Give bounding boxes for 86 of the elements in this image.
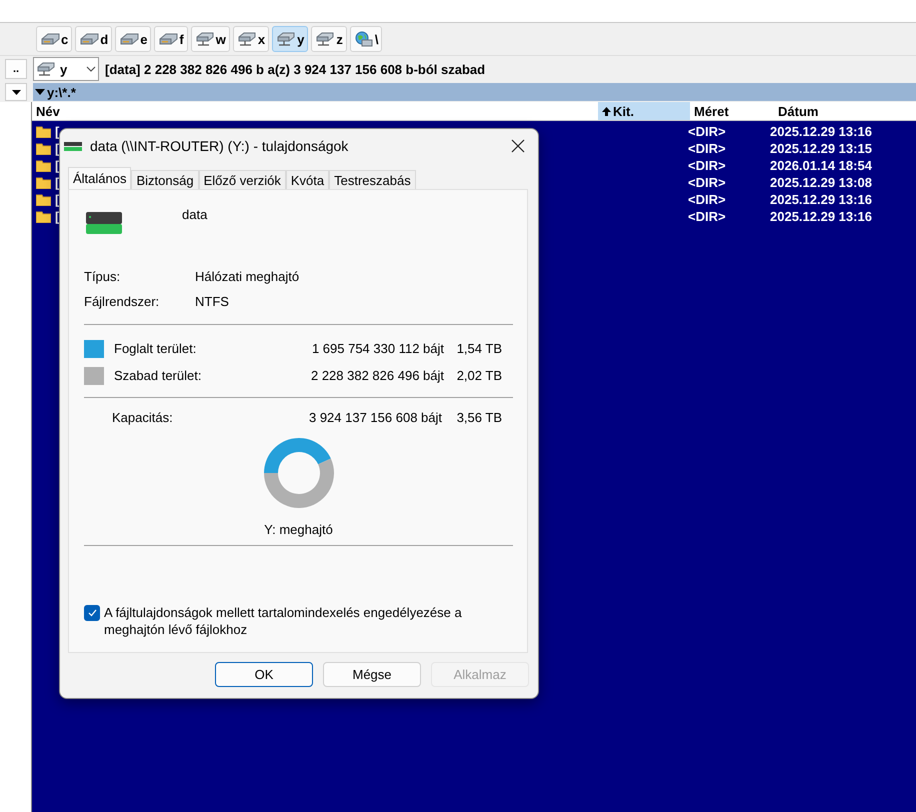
dropdown-button[interactable] (5, 83, 27, 101)
space-label: Foglalt terület: (114, 341, 198, 356)
property-label: Típus: (84, 269, 122, 284)
caret-icon (12, 90, 20, 94)
capacity-size: 3,56 TB (456, 410, 503, 424)
folder-icon (36, 176, 51, 189)
file-size: <DIR> (687, 158, 727, 173)
drive-name: data (182, 206, 208, 222)
file-size: <DIR> (687, 175, 727, 190)
checkbox-label: A fájltulajdonságok mellett tartalomindexelés engedélyezése a meghajtón lévő fájlokhoz (104, 604, 463, 638)
file-size: <DIR> (687, 124, 727, 139)
drive-button[interactable]: z (311, 26, 347, 52)
drive-dropdown[interactable]: y (33, 57, 99, 81)
dialog-button[interactable]: OK (215, 662, 313, 687)
free-space-text: [data] 2 228 382 826 496 b a(z) 3 924 137 156 608 b-ból szabad (105, 62, 486, 76)
hard-drive-icon (79, 31, 100, 47)
chart-slice (264, 458, 334, 508)
capacity-label: Kapacitás: (111, 410, 174, 424)
network-drive-icon (315, 31, 336, 47)
sort-arrow-icon (602, 106, 611, 116)
file-date: 2025.12.29 13:16 (770, 209, 872, 224)
file-date: 2025.12.29 13:15 (770, 141, 872, 156)
network-drive-icon (276, 31, 296, 47)
network-drive-icon (236, 31, 257, 47)
up-button[interactable]: .. (5, 59, 27, 79)
file-name[interactable]: [ (55, 124, 60, 139)
file-date: 2026.01.14 18:54 (770, 158, 872, 173)
globe-drive-icon (354, 31, 374, 47)
dialog-title: data (\\INT-ROUTER) (Y:) - tulajdonságok (90, 138, 350, 154)
drive-button[interactable]: d (75, 26, 112, 52)
file-date: 2025.12.29 13:16 (770, 124, 872, 139)
file-name[interactable]: [ (55, 141, 60, 156)
hard-drive-icon (40, 31, 60, 47)
column-header[interactable]: Kit. (598, 102, 690, 120)
drive-button[interactable]: e (115, 26, 152, 52)
folder-icon (36, 142, 51, 155)
file-name[interactable]: [ (55, 158, 60, 173)
folder-icon (36, 193, 51, 206)
caret-icon (35, 89, 45, 95)
file-name[interactable]: [ (55, 175, 60, 190)
file-size: <DIR> (687, 192, 727, 207)
file-name[interactable]: [ (55, 209, 60, 224)
tab[interactable]: Általános (68, 167, 132, 189)
chart-slice (264, 438, 330, 473)
space-label: Szabad terület: (114, 368, 202, 383)
file-size: <DIR> (687, 209, 727, 224)
folder-icon (36, 159, 51, 172)
hard-drive-icon (119, 31, 140, 47)
hard-drive-icon (158, 31, 178, 47)
drive-button[interactable]: \ (350, 26, 382, 52)
space-size: 2,02 TB (456, 368, 503, 383)
column-header[interactable]: Méret (690, 102, 774, 120)
tab[interactable]: Előző verziók (198, 170, 286, 189)
space-bytes: 1 695 754 330 112 bájt (310, 341, 444, 356)
file-date: 2025.12.29 13:08 (770, 175, 872, 190)
close-icon (511, 139, 525, 153)
space-bytes: 2 228 382 826 496 bájt (310, 368, 444, 383)
network-drive-icon (36, 61, 56, 77)
tab[interactable]: Testreszabás (329, 170, 416, 189)
network-drive-icon (194, 31, 215, 47)
dialog-button[interactable]: Mégse (323, 662, 421, 687)
space-size: 1,54 TB (456, 341, 503, 356)
column-header[interactable]: Dátum (774, 102, 916, 120)
property-label: Fájlrendszer: (84, 294, 160, 309)
drive-button[interactable]: w (190, 26, 230, 52)
folder-icon (36, 125, 51, 138)
folder-icon (36, 210, 51, 223)
property-value: Hálózati meghajtó (195, 269, 300, 284)
file-size: <DIR> (687, 141, 727, 156)
check-icon (88, 609, 96, 617)
caret-icon (86, 66, 96, 72)
drive-button[interactable]: y (272, 26, 308, 52)
capacity-bytes: 3 924 137 156 608 bájt (308, 410, 442, 424)
tab[interactable]: Kvóta (286, 170, 330, 189)
file-name[interactable]: [ (55, 192, 60, 207)
checkbox[interactable] (84, 605, 100, 621)
property-value: NTFS (195, 294, 229, 309)
drive-icon (64, 140, 82, 152)
drive-button[interactable]: f (154, 26, 188, 52)
file-date: 2025.12.29 13:16 (770, 192, 872, 207)
drive-label: Y: meghajtó (263, 522, 334, 537)
drive-button[interactable]: x (232, 26, 270, 52)
column-header[interactable]: Név (32, 102, 598, 120)
path-text: y:\*.* (47, 84, 76, 100)
tab[interactable]: Biztonság (131, 170, 199, 189)
drive-button[interactable]: c (36, 26, 72, 52)
